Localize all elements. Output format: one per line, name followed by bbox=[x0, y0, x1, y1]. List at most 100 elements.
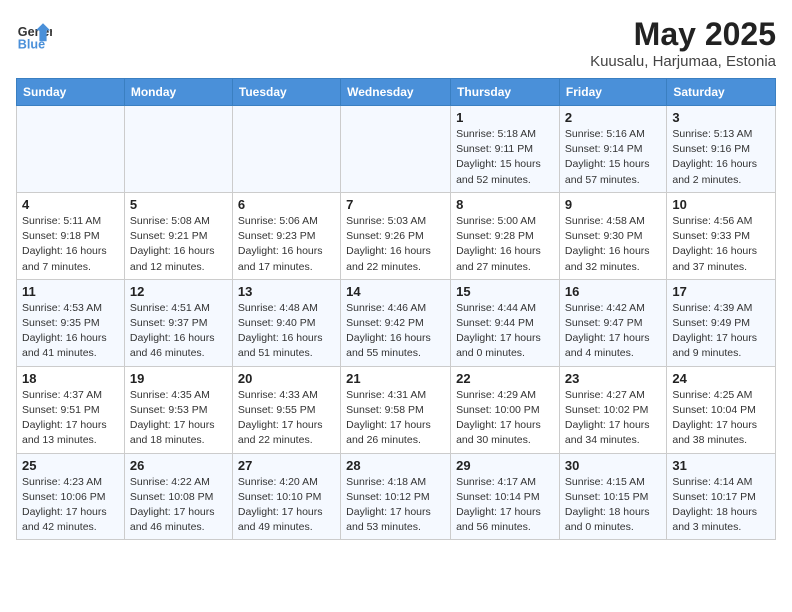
weekday-header-friday: Friday bbox=[559, 79, 666, 106]
calendar-week-3: 11 Sunrise: 4:53 AM Sunset: 9:35 PM Dayli… bbox=[17, 279, 776, 366]
day-number: 29 bbox=[456, 458, 554, 473]
calendar-cell: 16 Sunrise: 4:42 AM Sunset: 9:47 PM Dayli… bbox=[559, 279, 666, 366]
calendar-cell: 1 Sunrise: 5:18 AM Sunset: 9:11 PM Daylig… bbox=[451, 106, 560, 193]
day-number: 3 bbox=[672, 110, 770, 125]
day-info: Sunrise: 5:03 AM Sunset: 9:26 PM Dayligh… bbox=[346, 214, 445, 275]
calendar-cell: 23 Sunrise: 4:27 AM Sunset: 10:02 PM Dayl… bbox=[559, 366, 666, 453]
day-info: Sunrise: 4:46 AM Sunset: 9:42 PM Dayligh… bbox=[346, 301, 445, 362]
day-number: 24 bbox=[672, 371, 770, 386]
day-info: Sunrise: 4:42 AM Sunset: 9:47 PM Dayligh… bbox=[565, 301, 661, 362]
weekday-header-monday: Monday bbox=[124, 79, 232, 106]
day-number: 30 bbox=[565, 458, 661, 473]
calendar-cell bbox=[232, 106, 340, 193]
day-number: 28 bbox=[346, 458, 445, 473]
logo: General Blue bbox=[16, 16, 52, 52]
day-info: Sunrise: 4:53 AM Sunset: 9:35 PM Dayligh… bbox=[22, 301, 119, 362]
page-header: General Blue May 2025 Kuusalu, Harjumaa,… bbox=[16, 16, 776, 70]
day-info: Sunrise: 4:23 AM Sunset: 10:06 PM Daylig… bbox=[22, 475, 119, 536]
day-number: 9 bbox=[565, 197, 661, 212]
calendar-cell: 22 Sunrise: 4:29 AM Sunset: 10:00 PM Dayl… bbox=[451, 366, 560, 453]
calendar-cell: 8 Sunrise: 5:00 AM Sunset: 9:28 PM Daylig… bbox=[451, 192, 560, 279]
day-info: Sunrise: 4:22 AM Sunset: 10:08 PM Daylig… bbox=[130, 475, 227, 536]
calendar-cell bbox=[341, 106, 451, 193]
day-info: Sunrise: 5:06 AM Sunset: 9:23 PM Dayligh… bbox=[238, 214, 335, 275]
calendar-cell: 9 Sunrise: 4:58 AM Sunset: 9:30 PM Daylig… bbox=[559, 192, 666, 279]
day-info: Sunrise: 4:48 AM Sunset: 9:40 PM Dayligh… bbox=[238, 301, 335, 362]
day-info: Sunrise: 4:56 AM Sunset: 9:33 PM Dayligh… bbox=[672, 214, 770, 275]
day-number: 4 bbox=[22, 197, 119, 212]
title-block: May 2025 Kuusalu, Harjumaa, Estonia bbox=[590, 16, 776, 70]
calendar-cell: 27Sunrise: 4:20 AM Sunset: 10:10 PM Dayl… bbox=[232, 453, 340, 540]
calendar-cell: 4 Sunrise: 5:11 AM Sunset: 9:18 PM Daylig… bbox=[17, 192, 125, 279]
calendar-cell: 14 Sunrise: 4:46 AM Sunset: 9:42 PM Dayli… bbox=[341, 279, 451, 366]
day-info: Sunrise: 4:20 AM Sunset: 10:10 PM Daylig… bbox=[238, 475, 335, 536]
calendar-cell bbox=[17, 106, 125, 193]
day-number: 16 bbox=[565, 284, 661, 299]
day-number: 14 bbox=[346, 284, 445, 299]
day-number: 25 bbox=[22, 458, 119, 473]
day-info: Sunrise: 4:18 AM Sunset: 10:12 PM Daylig… bbox=[346, 475, 445, 536]
calendar-week-4: 18Sunrise: 4:37 AM Sunset: 9:51 PM Dayli… bbox=[17, 366, 776, 453]
day-info: Sunrise: 4:15 AM Sunset: 10:15 PM Daylig… bbox=[565, 475, 661, 536]
calendar-cell: 17 Sunrise: 4:39 AM Sunset: 9:49 PM Dayli… bbox=[667, 279, 776, 366]
day-number: 26 bbox=[130, 458, 227, 473]
location-subtitle: Kuusalu, Harjumaa, Estonia bbox=[590, 53, 776, 70]
day-info: Sunrise: 5:18 AM Sunset: 9:11 PM Dayligh… bbox=[456, 127, 554, 188]
day-number: 21 bbox=[346, 371, 445, 386]
day-number: 1 bbox=[456, 110, 554, 125]
calendar-cell: 12Sunrise: 4:51 AM Sunset: 9:37 PM Dayli… bbox=[124, 279, 232, 366]
day-info: Sunrise: 5:16 AM Sunset: 9:14 PM Dayligh… bbox=[565, 127, 661, 188]
day-number: 22 bbox=[456, 371, 554, 386]
day-number: 19 bbox=[130, 371, 227, 386]
day-number: 10 bbox=[672, 197, 770, 212]
calendar-cell: 29 Sunrise: 4:17 AM Sunset: 10:14 PM Dayl… bbox=[451, 453, 560, 540]
day-info: Sunrise: 4:44 AM Sunset: 9:44 PM Dayligh… bbox=[456, 301, 554, 362]
day-info: Sunrise: 4:33 AM Sunset: 9:55 PM Dayligh… bbox=[238, 388, 335, 449]
calendar-cell: 20Sunrise: 4:33 AM Sunset: 9:55 PM Dayli… bbox=[232, 366, 340, 453]
day-info: Sunrise: 5:00 AM Sunset: 9:28 PM Dayligh… bbox=[456, 214, 554, 275]
weekday-header-saturday: Saturday bbox=[667, 79, 776, 106]
day-info: Sunrise: 4:51 AM Sunset: 9:37 PM Dayligh… bbox=[130, 301, 227, 362]
day-number: 2 bbox=[565, 110, 661, 125]
calendar-cell: 7 Sunrise: 5:03 AM Sunset: 9:26 PM Daylig… bbox=[341, 192, 451, 279]
day-number: 23 bbox=[565, 371, 661, 386]
day-info: Sunrise: 4:37 AM Sunset: 9:51 PM Dayligh… bbox=[22, 388, 119, 449]
calendar-cell: 30 Sunrise: 4:15 AM Sunset: 10:15 PM Dayl… bbox=[559, 453, 666, 540]
calendar-cell: 10 Sunrise: 4:56 AM Sunset: 9:33 PM Dayli… bbox=[667, 192, 776, 279]
calendar-cell: 26 Sunrise: 4:22 AM Sunset: 10:08 PM Dayl… bbox=[124, 453, 232, 540]
weekday-header-wednesday: Wednesday bbox=[341, 79, 451, 106]
calendar-cell: 15Sunrise: 4:44 AM Sunset: 9:44 PM Dayli… bbox=[451, 279, 560, 366]
day-info: Sunrise: 4:17 AM Sunset: 10:14 PM Daylig… bbox=[456, 475, 554, 536]
weekday-header-row: SundayMondayTuesdayWednesdayThursdayFrid… bbox=[17, 79, 776, 106]
calendar-cell bbox=[124, 106, 232, 193]
day-number: 31 bbox=[672, 458, 770, 473]
day-number: 17 bbox=[672, 284, 770, 299]
calendar-cell: 21 Sunrise: 4:31 AM Sunset: 9:58 PM Dayli… bbox=[341, 366, 451, 453]
calendar-cell: 28 Sunrise: 4:18 AM Sunset: 10:12 PM Dayl… bbox=[341, 453, 451, 540]
day-info: Sunrise: 4:25 AM Sunset: 10:04 PM Daylig… bbox=[672, 388, 770, 449]
weekday-header-thursday: Thursday bbox=[451, 79, 560, 106]
day-number: 7 bbox=[346, 197, 445, 212]
day-number: 8 bbox=[456, 197, 554, 212]
calendar-cell: 6 Sunrise: 5:06 AM Sunset: 9:23 PM Daylig… bbox=[232, 192, 340, 279]
day-number: 6 bbox=[238, 197, 335, 212]
calendar-cell: 3 Sunrise: 5:13 AM Sunset: 9:16 PM Daylig… bbox=[667, 106, 776, 193]
day-info: Sunrise: 4:39 AM Sunset: 9:49 PM Dayligh… bbox=[672, 301, 770, 362]
day-info: Sunrise: 4:31 AM Sunset: 9:58 PM Dayligh… bbox=[346, 388, 445, 449]
calendar-cell: 24 Sunrise: 4:25 AM Sunset: 10:04 PM Dayl… bbox=[667, 366, 776, 453]
day-info: Sunrise: 5:11 AM Sunset: 9:18 PM Dayligh… bbox=[22, 214, 119, 275]
month-title: May 2025 bbox=[590, 16, 776, 53]
day-info: Sunrise: 4:35 AM Sunset: 9:53 PM Dayligh… bbox=[130, 388, 227, 449]
logo-icon: General Blue bbox=[16, 16, 52, 52]
calendar-cell: 25 Sunrise: 4:23 AM Sunset: 10:06 PM Dayl… bbox=[17, 453, 125, 540]
day-info: Sunrise: 5:13 AM Sunset: 9:16 PM Dayligh… bbox=[672, 127, 770, 188]
calendar-cell: 13Sunrise: 4:48 AM Sunset: 9:40 PM Dayli… bbox=[232, 279, 340, 366]
day-number: 11 bbox=[22, 284, 119, 299]
calendar-week-1: 1 Sunrise: 5:18 AM Sunset: 9:11 PM Daylig… bbox=[17, 106, 776, 193]
day-number: 5 bbox=[130, 197, 227, 212]
day-info: Sunrise: 4:58 AM Sunset: 9:30 PM Dayligh… bbox=[565, 214, 661, 275]
calendar-cell: 5Sunrise: 5:08 AM Sunset: 9:21 PM Daylig… bbox=[124, 192, 232, 279]
calendar-cell: 18Sunrise: 4:37 AM Sunset: 9:51 PM Dayli… bbox=[17, 366, 125, 453]
day-info: Sunrise: 4:27 AM Sunset: 10:02 PM Daylig… bbox=[565, 388, 661, 449]
day-info: Sunrise: 4:29 AM Sunset: 10:00 PM Daylig… bbox=[456, 388, 554, 449]
